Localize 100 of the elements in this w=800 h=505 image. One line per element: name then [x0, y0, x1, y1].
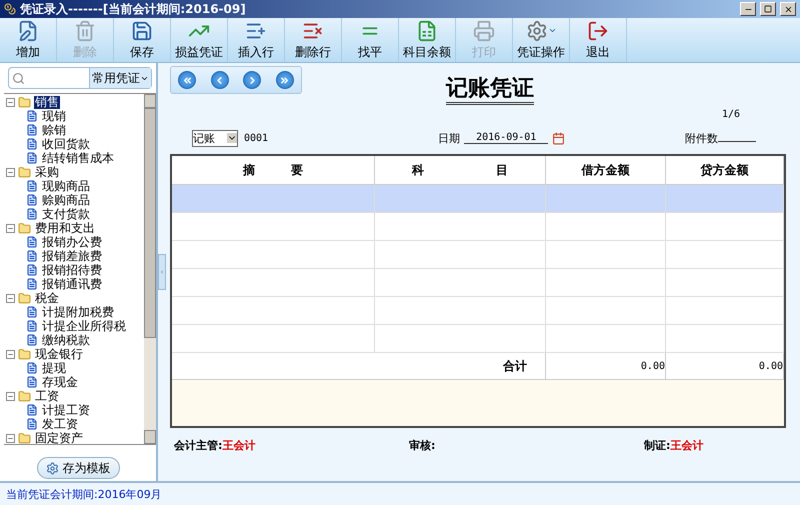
- table-cell[interactable]: [375, 185, 546, 213]
- document-icon: [26, 208, 38, 220]
- tree-item[interactable]: 现销: [41, 110, 67, 122]
- tree-item[interactable]: 报销招待费: [41, 264, 103, 276]
- close-button[interactable]: [780, 2, 796, 16]
- table-cell[interactable]: [172, 213, 375, 241]
- table-cell[interactable]: [172, 241, 375, 269]
- table-cell[interactable]: [666, 185, 784, 213]
- tree-item[interactable]: 缴纳税款: [41, 334, 91, 346]
- document-icon: [26, 152, 38, 164]
- collapse-icon[interactable]: [6, 392, 15, 400]
- tree-item[interactable]: 收回货款: [41, 138, 91, 150]
- calendar-icon[interactable]: [552, 132, 566, 144]
- collapse-icon[interactable]: [6, 98, 15, 106]
- coins-icon: [4, 3, 16, 15]
- table-cell[interactable]: [375, 241, 546, 269]
- tree-item[interactable]: 存现金: [41, 376, 79, 388]
- tree-item[interactable]: 税金: [34, 292, 60, 304]
- toolbar-button[interactable]: 插入行: [228, 18, 285, 62]
- tree-item[interactable]: 赊购商品: [41, 194, 91, 206]
- table-cell[interactable]: [172, 297, 375, 325]
- tree-item[interactable]: 计提工资: [41, 404, 91, 416]
- table-cell[interactable]: [172, 185, 375, 213]
- settings-icon: [526, 20, 548, 42]
- toolbar-button[interactable]: 增加: [0, 18, 57, 62]
- toolbar-button[interactable]: 删除行: [285, 18, 342, 62]
- table-cell[interactable]: [375, 325, 546, 353]
- tree-item[interactable]: 支付货款: [41, 208, 91, 220]
- next-page-button[interactable]: [243, 71, 262, 89]
- table-cell[interactable]: [546, 325, 666, 353]
- folder-icon: [18, 348, 31, 360]
- search-field[interactable]: 常用凭证: [8, 67, 152, 89]
- collapse-icon[interactable]: [6, 168, 15, 176]
- document-icon: [26, 180, 38, 192]
- document-icon: [26, 334, 38, 346]
- toolbar-button[interactable]: 科目余额: [399, 18, 456, 62]
- tree-item[interactable]: 计提附加税费: [41, 306, 115, 318]
- tree-item[interactable]: 报销办公费: [41, 236, 103, 248]
- tree-item[interactable]: 计提企业所得税: [41, 320, 127, 332]
- voucher-type-select[interactable]: 记账: [192, 130, 238, 146]
- collapse-icon[interactable]: [6, 350, 15, 358]
- table-cell[interactable]: [375, 297, 546, 325]
- tree-item[interactable]: 费用和支出: [34, 222, 96, 234]
- trash-icon: [74, 20, 96, 42]
- tree-item[interactable]: 结转销售成本: [41, 152, 115, 164]
- tree-item[interactable]: 赊销: [41, 124, 67, 136]
- date-field[interactable]: 2016-09-01: [464, 132, 548, 144]
- table-cell[interactable]: [546, 241, 666, 269]
- collapse-handle[interactable]: [158, 254, 166, 290]
- tree-item[interactable]: 现购商品: [41, 180, 91, 192]
- toolbar-button[interactable]: 损益凭证: [171, 18, 228, 62]
- toolbar-button[interactable]: 保存: [114, 18, 171, 62]
- save-template-button[interactable]: 存为模板: [36, 457, 120, 479]
- tree-item[interactable]: 工资: [34, 390, 60, 402]
- toolbar-button[interactable]: 凭证操作: [513, 18, 570, 62]
- tree-item[interactable]: 报销差旅费: [41, 250, 103, 262]
- table-cell[interactable]: [172, 269, 375, 297]
- filter-dropdown[interactable]: 常用凭证: [89, 68, 151, 88]
- tree-item[interactable]: 现金银行: [34, 348, 84, 360]
- scrollbar[interactable]: [144, 94, 156, 444]
- attachments-label: 附件数: [685, 130, 756, 146]
- table-cell[interactable]: [666, 297, 784, 325]
- chevron-icon: [159, 269, 165, 275]
- previous-page-button[interactable]: [210, 71, 229, 89]
- table-cell[interactable]: [666, 213, 784, 241]
- signature-name: 王会计: [222, 438, 256, 453]
- table-cell[interactable]: [375, 213, 546, 241]
- document-icon: [26, 110, 38, 122]
- tree-item[interactable]: 固定资产: [34, 432, 84, 444]
- table-cell[interactable]: [546, 213, 666, 241]
- last-page-button[interactable]: [276, 71, 294, 89]
- collapse-icon[interactable]: [6, 224, 15, 232]
- table-cell[interactable]: [666, 325, 784, 353]
- collapse-icon[interactable]: [6, 294, 15, 302]
- table-cell[interactable]: [666, 241, 784, 269]
- table-cell[interactable]: [666, 269, 784, 297]
- table-cell[interactable]: [546, 185, 666, 213]
- document-icon: [26, 138, 38, 150]
- tree-item[interactable]: 采购: [34, 166, 60, 178]
- tree-item[interactable]: 销售: [34, 96, 60, 108]
- maximize-button[interactable]: [760, 2, 776, 16]
- tree-item[interactable]: 提现: [41, 362, 67, 374]
- table-cell[interactable]: [546, 269, 666, 297]
- tree-item[interactable]: 发工资: [41, 418, 79, 430]
- first-page-button[interactable]: [178, 71, 196, 89]
- document-icon: [26, 124, 38, 136]
- page-number: 1/6: [722, 109, 740, 120]
- table-cell[interactable]: [375, 269, 546, 297]
- minimize-button[interactable]: [740, 2, 756, 16]
- folder-icon: [18, 166, 31, 178]
- toolbar-button[interactable]: 找平: [342, 18, 399, 62]
- table-cell[interactable]: [546, 297, 666, 325]
- document-icon: [26, 418, 38, 430]
- table-cell[interactable]: [172, 325, 375, 353]
- voucher-title: 记账凭证: [446, 76, 534, 105]
- collapse-icon[interactable]: [6, 434, 15, 442]
- tree-item[interactable]: 报销通讯费: [41, 278, 103, 290]
- search-icon: [12, 72, 25, 84]
- toolbar-button[interactable]: 退出: [570, 18, 627, 62]
- chevron-icon: [279, 74, 290, 86]
